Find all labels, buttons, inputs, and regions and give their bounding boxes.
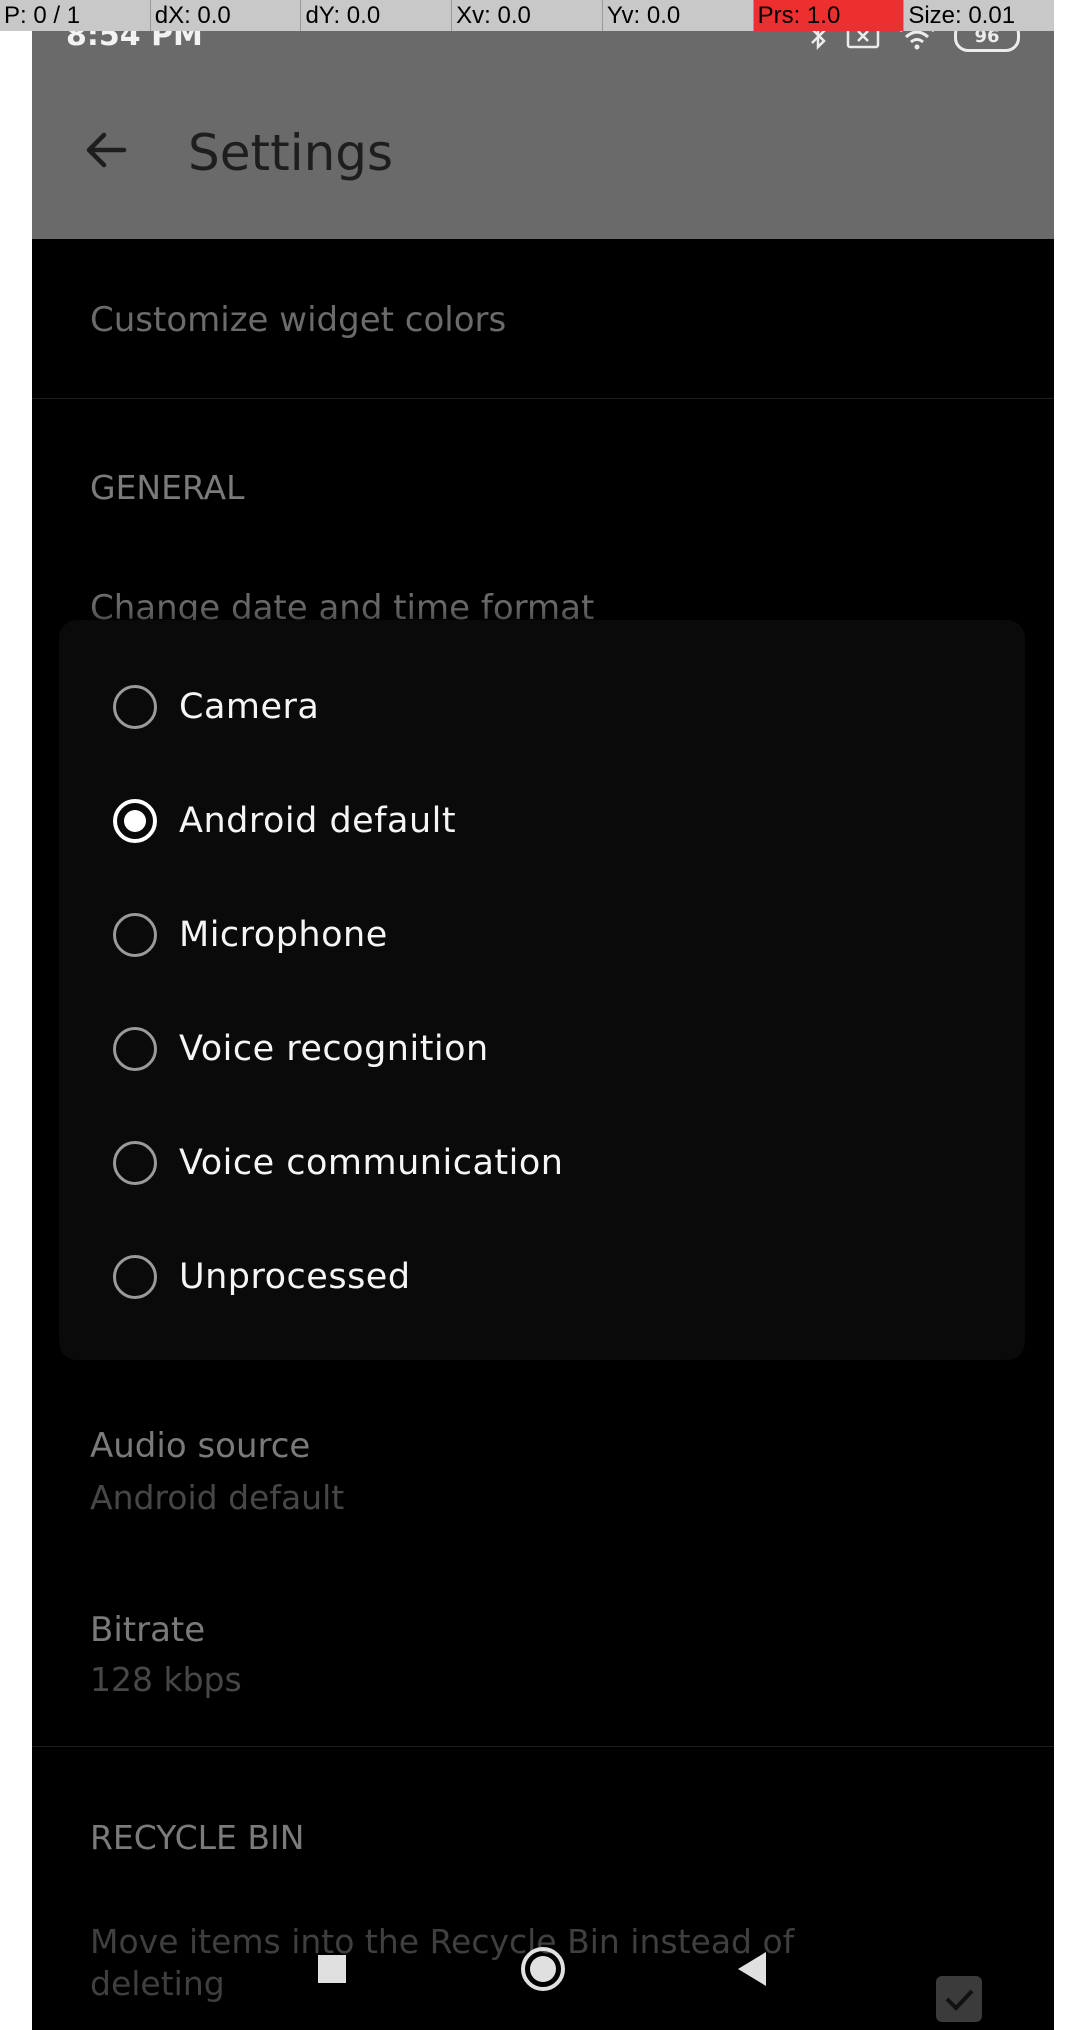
recents-square-icon[interactable] xyxy=(316,1953,348,1985)
option-android-default[interactable]: Android default xyxy=(113,781,973,861)
letterbox-right xyxy=(1054,0,1088,2030)
radio-button[interactable] xyxy=(113,1255,157,1299)
overlay-yv: Yv: 0.0 xyxy=(601,0,753,31)
arrow-left-icon[interactable] xyxy=(84,128,128,172)
app-bar: 8:54 PM 96 Settings xyxy=(32,0,1054,239)
radio-button-selected[interactable] xyxy=(113,799,157,843)
option-camera[interactable]: Camera xyxy=(113,667,973,747)
option-label: Voice recognition xyxy=(179,1029,489,1069)
option-label: Android default xyxy=(179,801,457,841)
letterbox-left xyxy=(0,0,32,2030)
overlay-xv: Xv: 0.0 xyxy=(451,0,602,31)
overlay-size: Size: 0.01 xyxy=(903,0,1054,31)
audio-source-value: Android default xyxy=(90,1478,345,1517)
radio-button[interactable] xyxy=(113,1141,157,1185)
divider xyxy=(32,398,1054,399)
radio-button[interactable] xyxy=(113,1027,157,1071)
audio-source-dialog: Camera Android default Microphone Voice … xyxy=(59,620,1025,1360)
option-voice-communication[interactable]: Voice communication xyxy=(113,1123,973,1203)
overlay-pressure: Prs: 1.0 xyxy=(752,0,904,31)
audio-source-title[interactable]: Audio source xyxy=(90,1426,310,1466)
overlay-dx: dX: 0.0 xyxy=(149,0,301,31)
option-microphone[interactable]: Microphone xyxy=(113,895,973,975)
radio-button[interactable] xyxy=(113,685,157,729)
bitrate-value: 128 kbps xyxy=(90,1660,242,1699)
radio-button[interactable] xyxy=(113,913,157,957)
overlay-pointer-count: P: 0 / 1 xyxy=(4,2,81,29)
customize-widget-colors-item[interactable]: Customize widget colors xyxy=(90,300,506,340)
navigation-bar xyxy=(32,1940,1054,2030)
divider xyxy=(32,1746,1054,1747)
section-recycle-bin: RECYCLE BIN xyxy=(90,1818,305,1857)
back-triangle-icon[interactable] xyxy=(734,1950,770,1988)
option-label: Microphone xyxy=(179,915,388,955)
option-label: Unprocessed xyxy=(179,1257,411,1297)
section-general: GENERAL xyxy=(90,468,245,507)
home-circle-icon[interactable] xyxy=(518,1944,568,1994)
overlay-dy: dY: 0.0 xyxy=(300,0,451,31)
page-title: Settings xyxy=(188,124,394,182)
pointer-location-overlay: P: 0 / 1 dX: 0.0 dY: 0.0 Xv: 0.0 Yv: 0.0… xyxy=(0,0,1054,31)
option-label: Voice communication xyxy=(179,1143,564,1183)
option-unprocessed[interactable]: Unprocessed xyxy=(113,1237,973,1317)
app-screen: 8:54 PM 96 Settings Customize widget col… xyxy=(32,0,1054,2030)
option-voice-recognition[interactable]: Voice recognition xyxy=(113,1009,973,1089)
option-label: Camera xyxy=(179,687,320,727)
bitrate-title[interactable]: Bitrate xyxy=(90,1610,205,1650)
